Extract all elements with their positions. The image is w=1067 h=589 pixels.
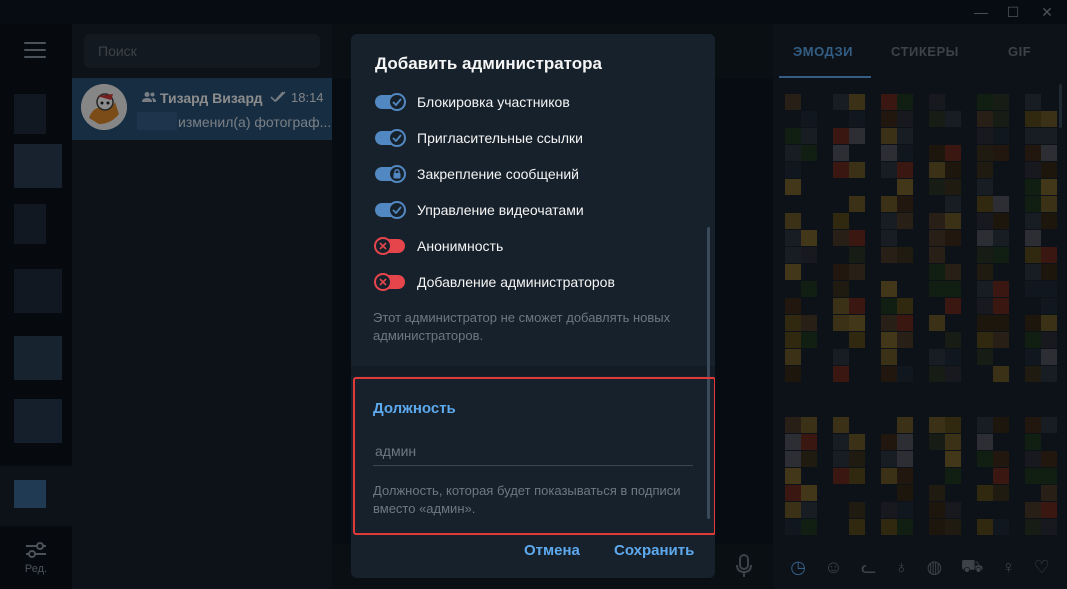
rank-heading: Должность [373,400,456,417]
permission-invite-links[interactable]: Пригласительные ссылки [375,128,583,148]
cancel-button[interactable]: Отмена [524,542,580,559]
rank-hint: Должность, которая будет показываться в … [373,483,681,516]
toggle[interactable] [375,165,406,183]
rank-field[interactable] [373,436,693,466]
toggle[interactable] [375,129,406,147]
save-button[interactable]: Сохранить [614,542,694,559]
cross-icon [379,278,387,286]
cross-icon [379,242,387,250]
permission-manage-video-chats[interactable]: Управление видеочатами [375,200,584,220]
toggle[interactable] [374,273,405,291]
permission-label: Блокировка участников [417,94,570,110]
check-icon [392,134,402,142]
rank-input[interactable] [373,442,693,459]
permission-label: Управление видеочатами [417,202,584,218]
permission-label: Закрепление сообщений [417,166,579,182]
permission-label: Пригласительные ссылки [417,130,583,146]
toggle[interactable] [375,93,406,111]
permission-ban-users[interactable]: Блокировка участников [375,92,570,112]
section-divider [351,366,715,376]
toggle[interactable] [374,237,405,255]
permission-label: Анонимность [417,238,504,254]
toggle[interactable] [375,201,406,219]
check-icon [392,98,402,106]
dialog-title: Добавить администратора [375,54,602,73]
add-admin-dialog: Добавить администратора Блокировка участ… [351,34,715,578]
lock-icon [393,169,401,179]
check-icon [392,206,402,214]
permission-pin-messages[interactable]: Закрепление сообщений [375,164,579,184]
dialog-scrollbar[interactable] [707,89,710,519]
permission-label: Добавление администраторов [417,274,615,290]
permission-add-admins[interactable]: Добавление администраторов [374,272,615,292]
permission-note: Этот администратор не сможет добавлять н… [373,310,671,343]
permission-anonymity[interactable]: Анонимность [374,236,504,256]
